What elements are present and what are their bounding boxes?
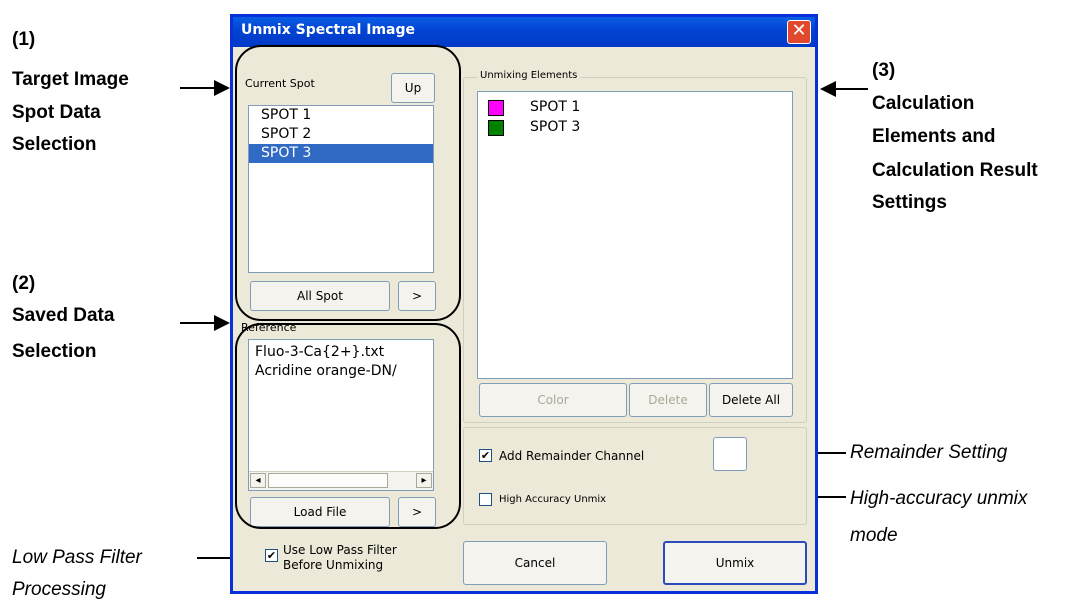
annotation-3-line4: Settings: [872, 192, 947, 213]
add-remainder-checkbox[interactable]: ✔: [479, 449, 492, 462]
unmix-button[interactable]: Unmix: [663, 541, 807, 585]
annotation-2-number: (2): [12, 273, 36, 294]
annotation-3-number: (3): [872, 60, 896, 81]
annotation-3-arrow-line: [834, 88, 868, 90]
annotation-3-line1: Calculation: [872, 93, 975, 114]
annotation-2-arrowhead: [214, 315, 230, 331]
low-pass-checkbox[interactable]: ✔: [265, 549, 278, 562]
annotation-1-line2: Spot Data: [12, 102, 101, 123]
highlight-circle-1: [235, 45, 461, 321]
low-pass-label-line2: Before Unmixing: [283, 558, 384, 572]
annotation-3-line2: Elements and: [872, 126, 996, 147]
add-remainder-label[interactable]: Add Remainder Channel: [499, 449, 644, 463]
annotation-high-accuracy-line2: mode: [850, 525, 898, 546]
color-button[interactable]: Color: [479, 383, 627, 417]
unmixing-elements-list[interactable]: SPOT 1 SPOT 3: [477, 91, 793, 379]
annotation-low-pass-line2: Processing: [12, 579, 106, 600]
low-pass-label[interactable]: Use Low Pass Filter Before Unmixing: [283, 543, 397, 573]
unmixing-elements-label: Unmixing Elements: [477, 70, 581, 81]
annotation-1-number: (1): [12, 29, 36, 50]
color-swatch: [488, 100, 504, 116]
title-bar[interactable]: Unmix Spectral Image ✕: [233, 17, 815, 47]
annotation-2-line2: Selection: [12, 341, 97, 362]
unmixing-element-row[interactable]: SPOT 3: [478, 118, 792, 138]
remainder-color-button[interactable]: [713, 437, 747, 471]
annotation-1-line3: Selection: [12, 134, 97, 155]
unmixing-element-row[interactable]: SPOT 1: [478, 98, 792, 118]
close-button[interactable]: ✕: [787, 20, 811, 44]
add-remainder-check-icon: ✔: [480, 449, 491, 462]
high-accuracy-label[interactable]: High Accuracy Unmix: [499, 494, 606, 505]
annotation-2-line1: Saved Data: [12, 305, 115, 326]
low-pass-check-icon: ✔: [266, 549, 277, 562]
options-group: [463, 427, 807, 525]
annotation-3-line3: Calculation Result: [872, 160, 1038, 181]
cancel-button[interactable]: Cancel: [463, 541, 607, 585]
annotation-1-line1: Target Image: [12, 69, 129, 90]
delete-all-button[interactable]: Delete All: [709, 383, 793, 417]
unmix-dialog: Unmix Spectral Image ✕ Current Spot Up S…: [230, 14, 818, 594]
annotation-remainder: Remainder Setting: [850, 442, 1008, 463]
highlight-circle-2: [235, 323, 461, 529]
annotation-1-arrowhead: [214, 80, 230, 96]
annotation-low-pass-line1: Low Pass Filter: [12, 547, 142, 568]
window-title: Unmix Spectral Image: [241, 22, 416, 38]
low-pass-label-line1: Use Low Pass Filter: [283, 543, 397, 557]
annotation-high-accuracy-line1: High-accuracy unmix: [850, 488, 1028, 509]
unmixing-element-name: SPOT 1: [530, 99, 581, 115]
high-accuracy-checkbox[interactable]: [479, 493, 492, 506]
annotation-1-arrow-line: [180, 87, 216, 89]
color-swatch: [488, 120, 504, 136]
annotation-2-arrow-line: [180, 322, 216, 324]
delete-button[interactable]: Delete: [629, 383, 707, 417]
unmixing-element-name: SPOT 3: [530, 119, 581, 135]
